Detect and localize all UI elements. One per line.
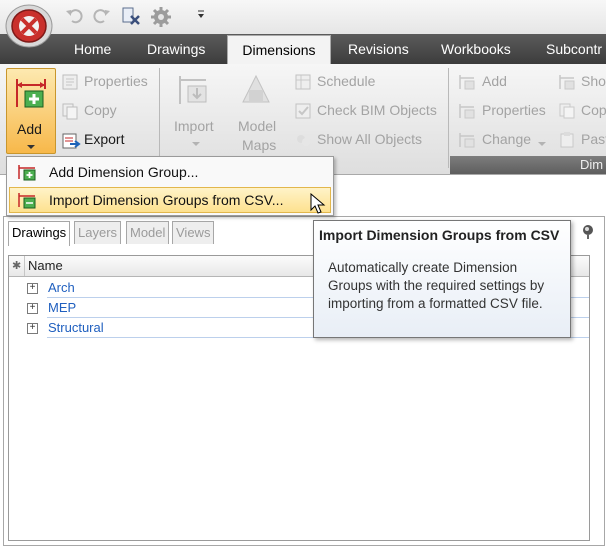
model-maps-line1[interactable]: Model bbox=[238, 118, 276, 134]
show-all-objects-icon bbox=[294, 131, 312, 152]
properties-icon bbox=[61, 73, 79, 94]
model-maps-line2[interactable]: Maps bbox=[242, 137, 276, 153]
tree-row-label: Arch bbox=[48, 280, 75, 295]
menu-item-label: Add Dimension Group... bbox=[49, 164, 199, 180]
add-dimension-group-icon bbox=[17, 163, 37, 190]
group-footer-label: Dim bbox=[580, 157, 604, 172]
menu-item-import-dimension-groups-csv[interactable]: Import Dimension Groups from CSV... bbox=[9, 187, 331, 213]
header-divider bbox=[24, 256, 25, 276]
show-small-icon bbox=[558, 73, 576, 94]
change-small-icon bbox=[458, 131, 476, 152]
app-logo-icon[interactable] bbox=[4, 2, 54, 48]
tooltip-body: Automatically create Dimension Groups wi… bbox=[328, 260, 545, 311]
schedule-icon bbox=[294, 73, 312, 94]
add-group-button[interactable]: Add bbox=[482, 73, 507, 89]
tab-revisions[interactable]: Revisions bbox=[348, 34, 409, 64]
delete-document-icon[interactable] bbox=[120, 6, 140, 26]
panel-tab-layers[interactable]: Layers bbox=[74, 221, 122, 244]
export-button[interactable]: Export bbox=[84, 131, 124, 147]
paste-button-truncated[interactable]: Past bbox=[581, 131, 606, 147]
add-dropdown-arrow-icon bbox=[26, 139, 36, 154]
mouse-cursor-icon bbox=[310, 192, 326, 218]
expand-icon[interactable]: + bbox=[27, 303, 38, 314]
settings-gear-icon[interactable] bbox=[150, 6, 171, 27]
menu-item-label: Import Dimension Groups from CSV... bbox=[49, 192, 284, 208]
column-header-name[interactable]: Name bbox=[28, 256, 63, 276]
tab-drawings[interactable]: Drawings bbox=[147, 34, 205, 64]
check-bim-objects-button[interactable]: Check BIM Objects bbox=[317, 102, 437, 118]
tab-workbooks[interactable]: Workbooks bbox=[441, 34, 511, 64]
ribbon-separator bbox=[159, 68, 160, 168]
check-bim-icon bbox=[294, 102, 312, 123]
export-icon bbox=[61, 131, 81, 154]
add-small-icon bbox=[458, 73, 476, 94]
redo-icon[interactable] bbox=[92, 6, 112, 26]
tab-dimensions[interactable]: Dimensions bbox=[227, 35, 331, 66]
qat-customize-icon[interactable] bbox=[196, 8, 206, 28]
import-dropdown-arrow-icon bbox=[191, 136, 201, 151]
ribbon-group-footer: Dim bbox=[450, 156, 606, 174]
add-dropdown-menu: Add Dimension Group... Import Dimension … bbox=[6, 156, 334, 216]
properties-button[interactable]: Properties bbox=[84, 73, 148, 89]
change-button[interactable]: Change bbox=[482, 131, 531, 147]
panel-pin-icon[interactable] bbox=[580, 223, 596, 242]
expand-icon[interactable]: + bbox=[27, 323, 38, 334]
import-button[interactable]: Import bbox=[174, 118, 214, 134]
show-all-objects-button[interactable]: Show All Objects bbox=[317, 131, 422, 147]
panel-tab-model[interactable]: Model bbox=[126, 221, 170, 244]
undo-icon[interactable] bbox=[64, 6, 84, 26]
model-maps-icon bbox=[239, 72, 273, 109]
column-chooser-icon[interactable]: ✱ bbox=[12, 256, 21, 276]
tree-row-label: Structural bbox=[48, 320, 104, 335]
copy-button[interactable]: Copy bbox=[84, 102, 117, 118]
tooltip-title: Import Dimension Groups from CSV bbox=[319, 227, 560, 243]
import-icon bbox=[176, 72, 212, 111]
import-csv-tooltip: Import Dimension Groups from CSV Automat… bbox=[313, 220, 571, 338]
properties-group-button[interactable]: Properties bbox=[482, 102, 546, 118]
ribbon-tab-strip: Home Drawings Dimensions Revisions Workb… bbox=[0, 34, 606, 66]
title-bar bbox=[0, 0, 606, 34]
panel-tab-views[interactable]: Views bbox=[172, 221, 215, 244]
tree-row-label: MEP bbox=[48, 300, 77, 315]
add-button-label: Add bbox=[17, 121, 42, 137]
import-csv-icon bbox=[17, 191, 37, 218]
ribbon-separator bbox=[448, 68, 449, 168]
tab-home[interactable]: Home bbox=[74, 34, 111, 64]
add-button[interactable]: Add bbox=[6, 68, 56, 154]
show-button-truncated[interactable]: Sho bbox=[581, 73, 606, 89]
copy-small-icon bbox=[558, 102, 576, 123]
add-dimension-icon bbox=[13, 75, 49, 114]
copy-icon bbox=[61, 102, 79, 123]
panel-tab-drawings[interactable]: Drawings bbox=[8, 221, 71, 246]
menu-item-add-dimension-group[interactable]: Add Dimension Group... bbox=[9, 159, 331, 185]
paste-small-icon bbox=[558, 131, 576, 152]
change-dropdown-arrow-icon bbox=[537, 136, 547, 151]
tab-subcontractors[interactable]: Subcontr bbox=[546, 34, 602, 64]
properties-small-icon bbox=[458, 102, 476, 123]
expand-icon[interactable]: + bbox=[27, 283, 38, 294]
schedule-button[interactable]: Schedule bbox=[317, 73, 375, 89]
copy-group-button-truncated[interactable]: Cop bbox=[581, 102, 606, 118]
